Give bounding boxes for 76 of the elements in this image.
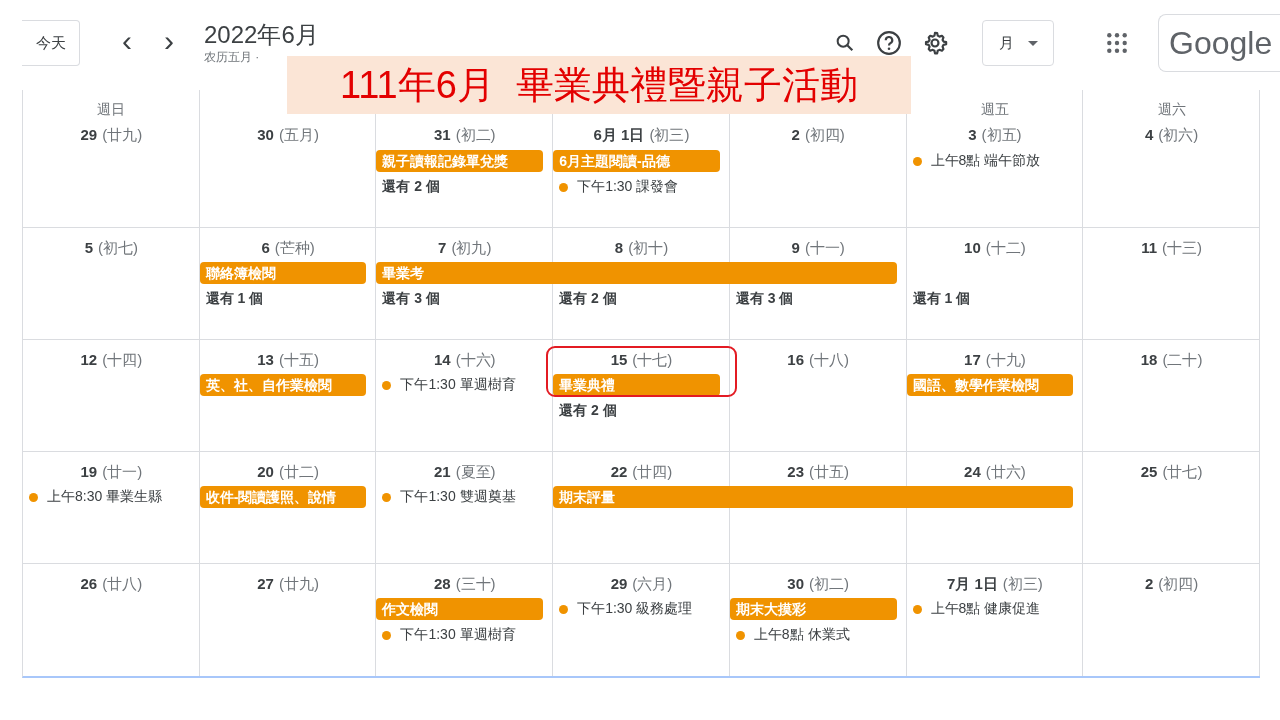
date-label[interactable]: 21 (夏至)	[433, 462, 496, 480]
date-label[interactable]: 10 (十二)	[964, 238, 1026, 256]
date-label[interactable]: 6月 1日 (初三)	[593, 125, 690, 143]
date-label[interactable]: 14 (十六)	[433, 350, 496, 368]
date-label[interactable]: 20 (廿二)	[257, 462, 319, 480]
event-item[interactable]: 上午8點 休業式	[729, 626, 850, 644]
date-label[interactable]: 29 (六月)	[610, 574, 673, 592]
date-label[interactable]: 31 (初二)	[433, 125, 496, 143]
event-item[interactable]: 上午8點 健康促進	[906, 600, 1041, 618]
date-label[interactable]: 2 (初四)	[1144, 574, 1199, 592]
more-link[interactable]: 還有 3 個	[376, 290, 440, 308]
dot-icon	[559, 182, 569, 192]
dot-icon	[29, 492, 38, 502]
date-label[interactable]: 23 (廿五)	[787, 462, 850, 480]
date-label[interactable]: 16 (十八)	[787, 350, 850, 368]
date-label[interactable]: 22 (廿四)	[610, 462, 673, 480]
date-label[interactable]: 6 (芒种)	[261, 238, 315, 256]
date-label[interactable]: 2 (初四)	[791, 125, 845, 143]
caret-icon	[1027, 40, 1038, 46]
dot-icon	[912, 156, 922, 166]
date-label[interactable]: 13 (十五)	[257, 350, 319, 368]
event-item[interactable]: 下午1:30 雙週奠基	[376, 488, 516, 506]
weekday-label: 週日	[96, 101, 127, 119]
date-label[interactable]: 11 (十三)	[1141, 238, 1203, 256]
date-label[interactable]: 4 (初六)	[1144, 125, 1199, 143]
apps-icon[interactable]	[1106, 32, 1128, 54]
date-label[interactable]: 25 (廿七)	[1140, 462, 1203, 480]
date-label[interactable]: 3 (初五)	[968, 125, 1022, 143]
date-label[interactable]: 7 (初九)	[438, 238, 492, 256]
date-label[interactable]: 17 (十九)	[964, 350, 1026, 368]
event-item[interactable]: 上午8:30 畢業生縣	[23, 488, 163, 506]
more-link[interactable]: 還有 1 個	[199, 290, 264, 308]
weekday-label: 週六	[1156, 101, 1187, 119]
lunar-subtitle: 农历五月 ·	[204, 48, 261, 66]
more-link[interactable]: 還有 2 個	[553, 402, 617, 420]
date-label[interactable]: 9 (十一)	[791, 238, 845, 256]
event-item[interactable]: 下午1:30 單週樹育	[376, 626, 516, 644]
title-banner: 111年6月 畢業典禮暨親子活動	[287, 56, 911, 114]
date-label[interactable]: 29 (廿九)	[80, 125, 143, 143]
search-icon[interactable]	[834, 32, 856, 54]
month-title: 2022年6月	[204, 20, 319, 49]
settings-icon[interactable]	[922, 30, 948, 56]
dot-icon	[382, 492, 392, 502]
next-button[interactable]: ›	[148, 25, 190, 61]
date-label[interactable]: 28 (三十)	[433, 574, 496, 592]
date-label[interactable]: 26 (廿八)	[80, 574, 143, 592]
date-label[interactable]: 30 (五月)	[257, 125, 319, 143]
date-label[interactable]: 15 (十七)	[610, 350, 673, 368]
event-item[interactable]: 下午1:30 課發會	[553, 178, 679, 196]
dot-icon	[382, 380, 392, 390]
view-dropdown[interactable]: 月	[982, 20, 1054, 66]
dot-icon	[382, 630, 392, 640]
dot-icon	[912, 604, 922, 614]
date-label[interactable]: 27 (廿九)	[257, 574, 319, 592]
weekday-label: 週五	[979, 101, 1010, 119]
date-label[interactable]: 18 (二十)	[1140, 350, 1203, 368]
account-logo[interactable]: Google	[1158, 14, 1280, 72]
more-link[interactable]: 還有 2 個	[376, 178, 440, 196]
date-label[interactable]: 7月 1日 (初三)	[947, 574, 1043, 592]
date-label[interactable]: 30 (初二)	[787, 574, 850, 592]
help-icon[interactable]	[876, 30, 902, 56]
date-label[interactable]: 19 (廿一)	[80, 462, 143, 480]
today-button[interactable]: 今天	[22, 20, 80, 66]
more-link[interactable]: 還有 3 個	[729, 290, 794, 308]
more-link[interactable]: 還有 1 個	[906, 290, 971, 308]
event-item[interactable]: 下午1:30 單週樹育	[376, 376, 516, 394]
date-label[interactable]: 8 (初十)	[614, 238, 669, 256]
event-item[interactable]: 上午8點 端午節放	[906, 152, 1041, 170]
previous-button[interactable]: ‹	[106, 25, 148, 61]
date-label[interactable]: 12 (十四)	[80, 350, 143, 368]
dot-icon	[735, 630, 745, 640]
more-link[interactable]: 還有 2 個	[553, 290, 617, 308]
dot-icon	[559, 604, 569, 614]
date-label[interactable]: 5 (初七)	[84, 238, 138, 256]
date-label[interactable]: 24 (廿六)	[964, 462, 1026, 480]
event-item[interactable]: 下午1:30 級務處理	[553, 600, 693, 618]
